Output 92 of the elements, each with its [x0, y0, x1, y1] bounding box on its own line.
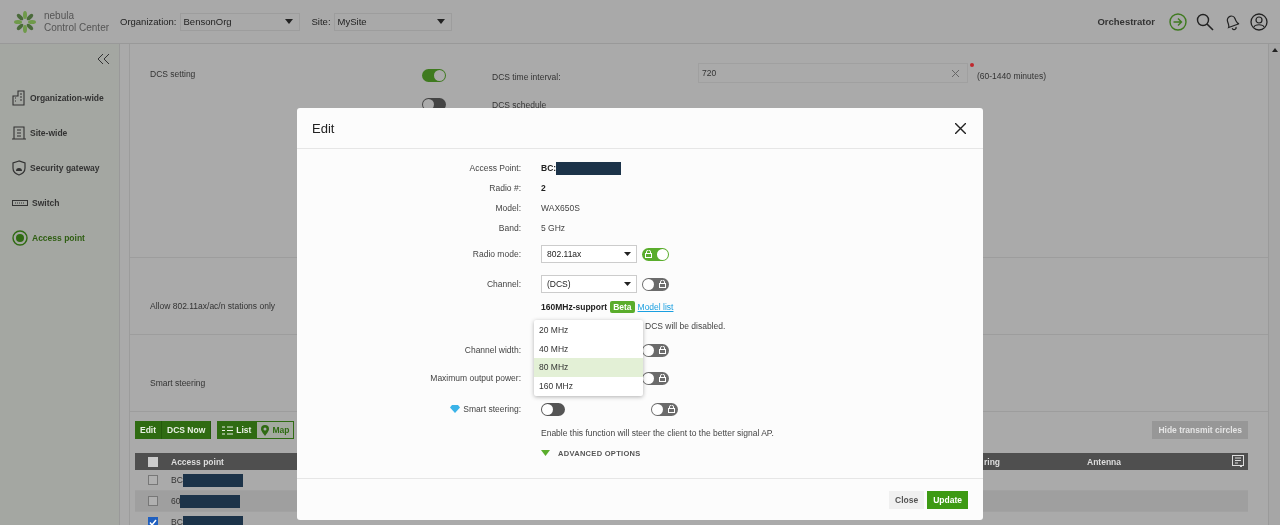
model-list-link[interactable]: Model list [637, 302, 674, 312]
dropdown-option[interactable]: 80 MHz [534, 358, 643, 377]
close-button[interactable]: Close [889, 490, 925, 509]
site-select[interactable]: MySite [333, 12, 452, 31]
table-cell: BC [171, 517, 183, 525]
row-checkbox[interactable] [148, 496, 158, 506]
field-label: Access Point: [468, 163, 521, 173]
scrollbar[interactable] [1268, 44, 1280, 525]
dialog-title: Edit [312, 120, 335, 136]
override-toggle[interactable] [642, 343, 669, 357]
triangle-icon [541, 450, 550, 456]
help-text: Enable this function will steer the client to the better signal AP. [541, 428, 774, 438]
lock-icon [668, 405, 675, 413]
setting-label: Smart steering [150, 377, 207, 388]
scroll-up-icon[interactable] [1271, 48, 1278, 52]
lock-icon [659, 374, 666, 382]
field-label: Radio #: [488, 183, 521, 193]
override-toggle[interactable] [642, 277, 669, 291]
switch-icon [12, 199, 28, 206]
dcs-toggle[interactable] [422, 69, 446, 82]
select-field[interactable]: 802.11ax [541, 245, 637, 263]
sidebar-item[interactable]: Organization-wide [0, 80, 119, 115]
orchestrator-link[interactable]: Orchestrator [1097, 16, 1155, 27]
table-cell: BC [171, 475, 183, 485]
dropdown-option[interactable]: 40 MHz [534, 339, 643, 358]
organization-label: Organization: [120, 16, 177, 27]
column-header: ring [984, 456, 1002, 467]
field-value: WAX650S [541, 203, 580, 213]
interval-hint: (60-1440 minutes) [977, 70, 1046, 81]
field-label: Maximum output power: [429, 373, 521, 383]
row-checkbox[interactable] [148, 517, 158, 525]
field-value: BC: [541, 163, 557, 173]
lock-icon [659, 346, 666, 354]
override-toggle[interactable] [642, 247, 669, 261]
caret-icon [436, 19, 445, 24]
interval-label: DCS time interval: [492, 72, 562, 82]
field-label: Smart steering: [463, 404, 521, 414]
beta-badge: Beta [610, 301, 635, 313]
dropdown-option[interactable]: 20 MHz [534, 321, 643, 340]
sidebar-item[interactable]: Security gateway [0, 150, 119, 185]
shield-icon [12, 159, 26, 176]
brand-subtitle: Control Center [44, 21, 110, 34]
list-icon [222, 425, 234, 435]
smart-steering-toggle[interactable] [541, 402, 565, 416]
organization-select[interactable]: BensonOrg [179, 12, 300, 31]
interval-field[interactable]: 720 [698, 63, 968, 83]
select-all-checkbox[interactable] [148, 456, 158, 467]
column-settings-icon[interactable] [1232, 455, 1244, 468]
lock-icon [645, 250, 652, 258]
access-point-icon [12, 229, 28, 246]
brand-name: nebula [44, 9, 76, 22]
field-value: 5 GHz [541, 223, 566, 233]
map-pin-icon [261, 424, 270, 436]
caret-icon [624, 252, 631, 256]
field-label: Model: [494, 203, 521, 213]
clear-icon[interactable] [952, 69, 959, 77]
field-label: Radio mode: [471, 249, 521, 259]
sidebar-item[interactable]: Site-wide [0, 115, 119, 150]
field-label: Channel: [485, 279, 521, 289]
column-header: Antenna [1087, 456, 1122, 467]
override-toggle[interactable] [642, 371, 669, 385]
update-button[interactable]: Update [927, 490, 968, 509]
table-cell: 60 [171, 496, 181, 506]
user-icon[interactable] [1250, 12, 1268, 31]
setting-label: Allow 802.11ax/ac/n stations only [150, 300, 277, 311]
action-button[interactable]: DCS Now [162, 421, 212, 439]
row-checkbox[interactable] [148, 475, 158, 485]
sidebar-item[interactable]: Switch [0, 185, 119, 220]
field-label: Band: [497, 223, 521, 233]
schedule-label: DCS schedule [492, 100, 548, 110]
setting-label: DCS setting [150, 69, 197, 79]
field-value: 2 [541, 183, 546, 193]
override-toggle[interactable] [651, 402, 678, 416]
caret-icon [624, 282, 631, 286]
view-tab[interactable]: List [217, 421, 257, 439]
search-icon[interactable] [1196, 12, 1214, 31]
support-label: 160MHz-support [541, 302, 608, 312]
dropdown-option[interactable]: 160 MHz [534, 376, 643, 395]
select-field[interactable]: (DCS) [541, 275, 637, 293]
site-label: Site: [311, 16, 331, 27]
field-label: Channel width: [463, 345, 521, 355]
caret-icon [284, 19, 293, 24]
column-header: Access point [171, 456, 225, 467]
logo-icon [14, 10, 36, 33]
building-icon [12, 125, 26, 140]
sidebar-item[interactable]: Access point [0, 220, 119, 255]
building-icon [12, 89, 26, 106]
lock-icon [659, 280, 666, 288]
collapse-icon[interactable] [98, 54, 110, 64]
action-button[interactable]: Edit [135, 421, 163, 439]
close-icon[interactable] [955, 122, 966, 134]
help-text: DCS will be disabled. [645, 321, 726, 331]
